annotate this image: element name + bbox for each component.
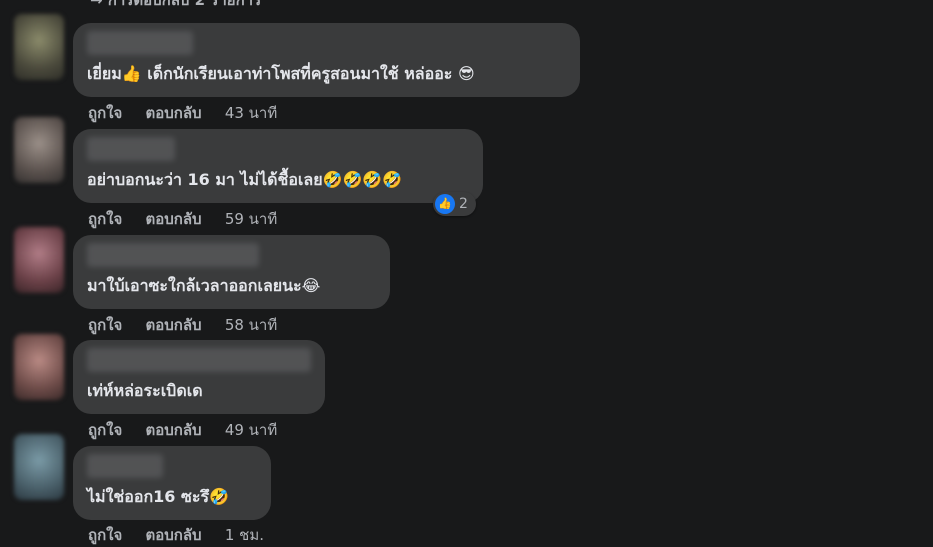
comment-text: มาใบ้เอาซะใกล้เวลาออกเลยนะ😂 (87, 276, 321, 295)
comment-actions: ถูกใจ ตอบกลับ 1 ชม. (88, 523, 282, 547)
timestamp[interactable]: 59 นาที (225, 210, 277, 228)
like-reaction-icon: 👍 (435, 194, 455, 214)
comment-bubble: อย่าบอกนะว่า 16 มา ไม่ได้ชื้อเลย🤣🤣🤣🤣 (73, 129, 483, 203)
reply-button[interactable]: ตอบกลับ (146, 316, 202, 334)
author-name-redacted[interactable] (87, 348, 311, 372)
comment-bubble: มาใบ้เอาซะใกล้เวลาออกเลยนะ😂 (73, 235, 390, 309)
view-replies-link[interactable]: → การตอบกลับ 2 รายการ (90, 0, 261, 10)
comment-bubble: ไม่ใช่ออก16 ซะรึ🤣 (73, 446, 271, 520)
comment-actions: ถูกใจ ตอบกลับ 43 นาที (88, 101, 295, 125)
avatar[interactable] (14, 117, 64, 183)
author-name-redacted[interactable] (87, 137, 175, 161)
comment-bubble: เท่ห์หล่อระเบิดเด (73, 340, 325, 414)
reply-button[interactable]: ตอบกลับ (146, 421, 202, 439)
comment-actions: ถูกใจ ตอบกลับ 59 นาที (88, 207, 295, 231)
reply-button[interactable]: ตอบกลับ (146, 210, 202, 228)
comment-actions: ถูกใจ ตอบกลับ 49 นาที (88, 418, 295, 442)
timestamp[interactable]: 43 นาที (225, 104, 277, 122)
comment-bubble: เยี่ยม👍 เด็กนักเรียนเอาท่าโพสที่ครูสอนมา… (73, 23, 580, 97)
timestamp[interactable]: 1 ชม. (225, 526, 264, 544)
timestamp[interactable]: 58 นาที (225, 316, 277, 334)
like-button[interactable]: ถูกใจ (88, 210, 122, 228)
reaction-count: 2 (459, 196, 468, 212)
avatar[interactable] (14, 434, 64, 500)
avatar[interactable] (14, 14, 64, 80)
author-name-redacted[interactable] (87, 31, 193, 55)
comment-text: อย่าบอกนะว่า 16 มา ไม่ได้ชื้อเลย🤣🤣🤣🤣 (87, 170, 403, 189)
reply-button[interactable]: ตอบกลับ (146, 526, 202, 544)
author-name-redacted[interactable] (87, 454, 163, 478)
avatar[interactable] (14, 227, 64, 293)
like-button[interactable]: ถูกใจ (88, 104, 122, 122)
reaction-summary[interactable]: 👍 2 (433, 192, 476, 216)
comment-text: เท่ห์หล่อระเบิดเด (87, 381, 203, 400)
comment-actions: ถูกใจ ตอบกลับ 58 นาที (88, 313, 295, 337)
like-button[interactable]: ถูกใจ (88, 421, 122, 439)
like-button[interactable]: ถูกใจ (88, 526, 122, 544)
comment-text: ไม่ใช่ออก16 ซะรึ🤣 (87, 487, 229, 506)
author-name-redacted[interactable] (87, 243, 259, 267)
like-button[interactable]: ถูกใจ (88, 316, 122, 334)
avatar[interactable] (14, 334, 64, 400)
comment-text: เยี่ยม👍 เด็กนักเรียนเอาท่าโพสที่ครูสอนมา… (87, 64, 475, 83)
timestamp[interactable]: 49 นาที (225, 421, 277, 439)
reply-button[interactable]: ตอบกลับ (146, 104, 202, 122)
